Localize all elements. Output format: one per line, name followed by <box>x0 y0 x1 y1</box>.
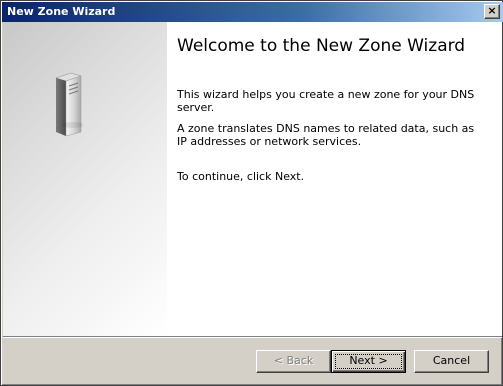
wizard-zone-explanation: A zone translates DNS names to related d… <box>177 122 475 148</box>
wizard-content: Welcome to the New Zone Wizard This wiza… <box>3 22 502 336</box>
footer-separator <box>3 336 502 338</box>
next-button[interactable]: Next > <box>331 350 406 373</box>
server-tower-icon <box>55 72 83 137</box>
back-button[interactable]: < Back <box>256 350 331 373</box>
wizard-description: This wizard helps you create a new zone … <box>177 88 475 114</box>
close-button[interactable]: × <box>484 4 500 19</box>
wizard-window: New Zone Wizard × Welcome to the New Zon… <box>0 0 503 386</box>
wizard-side-panel <box>3 22 167 336</box>
wizard-heading: Welcome to the New Zone Wizard <box>177 36 466 56</box>
title-bar[interactable]: New Zone Wizard × <box>2 2 503 22</box>
cancel-button[interactable]: Cancel <box>414 350 489 373</box>
wizard-continue-instruction: To continue, click Next. <box>177 170 305 183</box>
window-title: New Zone Wizard <box>7 5 116 18</box>
close-icon: × <box>487 4 497 17</box>
